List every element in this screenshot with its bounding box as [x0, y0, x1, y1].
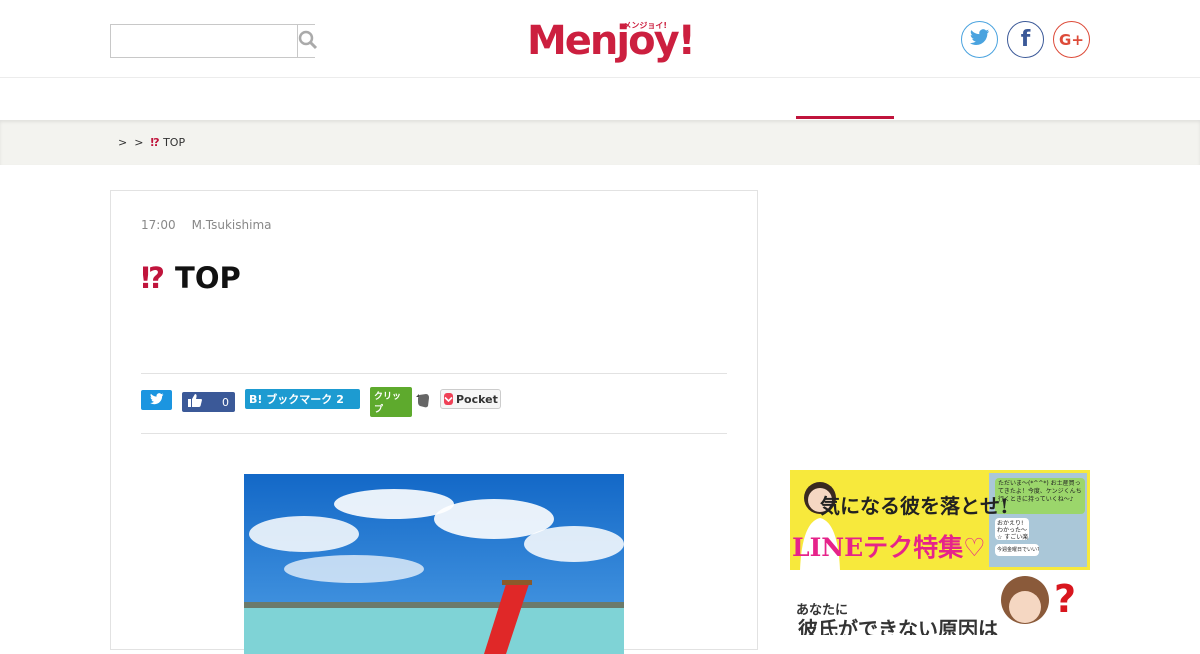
- pocket-icon: [444, 393, 453, 405]
- googleplus-link[interactable]: G+: [1053, 21, 1090, 58]
- breadcrumb-separator: >: [118, 136, 128, 149]
- logo-subtitle: メンジョイ!: [623, 21, 667, 30]
- evernote-clip-button[interactable]: クリップ: [370, 387, 430, 417]
- article-hero-image: [244, 474, 624, 654]
- hatena-count: 2: [336, 392, 344, 406]
- article-title: ⁉ TOP: [141, 261, 241, 295]
- pocket-label: Pocket: [456, 392, 498, 406]
- article-time: 17:00: [141, 218, 176, 232]
- site-header: Menjoy! メンジョイ! f G+: [0, 0, 1200, 78]
- breadcrumb-current: TOP: [163, 136, 186, 149]
- search-box: [110, 24, 318, 58]
- facebook-icon: f: [1020, 27, 1031, 52]
- facebook-link[interactable]: f: [1007, 21, 1044, 58]
- banner1-title: 気になる彼を落とせ!: [820, 494, 1009, 518]
- googleplus-icon: G+: [1059, 30, 1084, 49]
- like-count: 0: [222, 395, 229, 409]
- pocket-button[interactable]: Pocket: [440, 389, 501, 409]
- article-card: 17:00 M.Tsukishima ⁉ TOP 0 B! ブックマーク 2 ク…: [110, 190, 758, 654]
- breadcrumb-separator: >: [134, 136, 144, 149]
- evernote-icon: [416, 393, 430, 411]
- hatena-label: B! ブックマーク: [249, 393, 333, 406]
- title-mark: ⁉: [141, 261, 166, 295]
- breadcrumb: > > ⁉ TOP: [118, 136, 185, 149]
- thumbs-up-icon: [188, 394, 202, 410]
- boyfriend-banner[interactable]: あなたに 彼氏ができない原因は ?: [790, 575, 1090, 635]
- search-input[interactable]: [111, 25, 297, 57]
- twitter-icon: [969, 29, 990, 50]
- search-button[interactable]: [297, 25, 318, 57]
- article-meta: 17:00 M.Tsukishima: [141, 218, 271, 232]
- tweet-button[interactable]: [141, 390, 172, 410]
- banner1-chat3: 今週金曜日でいい?: [997, 547, 1039, 553]
- global-nav: [0, 79, 1200, 120]
- breadcrumb-bar: > > ⁉ TOP: [0, 120, 1200, 165]
- search-icon: [298, 30, 318, 53]
- title-text: TOP: [175, 261, 241, 295]
- clip-label: クリップ: [370, 387, 412, 417]
- twitter-link[interactable]: [961, 21, 998, 58]
- banner1-chat1: ただいま〜(*^^*) お土産買ってきたよ！今度、ケンジくんち行くときに持ってい…: [998, 480, 1082, 503]
- logo-text: Menjoy!: [527, 18, 696, 64]
- hatena-bookmark-button[interactable]: B! ブックマーク 2: [245, 389, 360, 409]
- share-bar: 0 B! ブックマーク 2 クリップ Pocket: [141, 373, 727, 434]
- site-logo[interactable]: Menjoy! メンジョイ!: [527, 12, 696, 67]
- article-author[interactable]: M.Tsukishima: [192, 218, 272, 232]
- banner1-subtitle: LINEテク特集♡: [792, 533, 986, 562]
- twitter-icon: [149, 392, 164, 408]
- line-tech-banner[interactable]: 気になる彼を落とせ! LINEテク特集♡ ただいま〜(*^^*) お土産買ってき…: [790, 470, 1090, 570]
- banner2-question-mark: ?: [1054, 577, 1077, 621]
- breadcrumb-mark: ⁉: [150, 136, 160, 149]
- banner1-chat2: おかえり! わかった〜☆ すごい楽しみ♪: [997, 520, 1029, 540]
- nav-active-indicator: [796, 116, 894, 119]
- banner2-line2: 彼氏ができない原因は: [798, 617, 998, 635]
- like-button[interactable]: 0: [182, 392, 235, 412]
